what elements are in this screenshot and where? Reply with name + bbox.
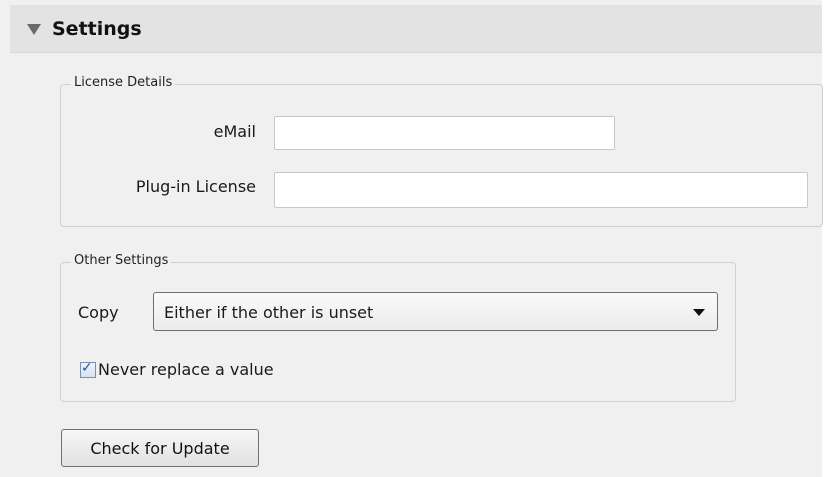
license-details-legend: License Details: [71, 75, 176, 90]
settings-title: Settings: [52, 18, 142, 40]
collapse-triangle-icon[interactable]: [27, 24, 41, 35]
settings-panel: Settings License Details eMail Plug-in L…: [0, 0, 823, 477]
license-details-group: License Details eMail Plug-in License: [60, 75, 823, 227]
other-settings-legend: Other Settings: [71, 253, 172, 268]
plugin-license-field[interactable]: [274, 172, 808, 208]
copy-select[interactable]: Either if the other is unset: [153, 292, 718, 331]
email-field[interactable]: [274, 116, 615, 150]
chevron-down-icon[interactable]: [693, 309, 705, 316]
plugin-license-label: Plug-in License: [135, 177, 256, 196]
other-settings-group: Other Settings Copy Either if the other …: [60, 253, 736, 402]
settings-header[interactable]: Settings: [10, 5, 822, 53]
copy-select-value: Either if the other is unset: [164, 303, 374, 322]
checkmark-icon: ✓: [81, 360, 93, 376]
never-replace-checkbox[interactable]: ✓: [80, 360, 96, 378]
never-replace-label[interactable]: Never replace a value: [98, 360, 274, 379]
check-for-update-button[interactable]: Check for Update: [61, 429, 259, 467]
copy-label: Copy: [78, 303, 119, 322]
email-label: eMail: [213, 122, 256, 141]
